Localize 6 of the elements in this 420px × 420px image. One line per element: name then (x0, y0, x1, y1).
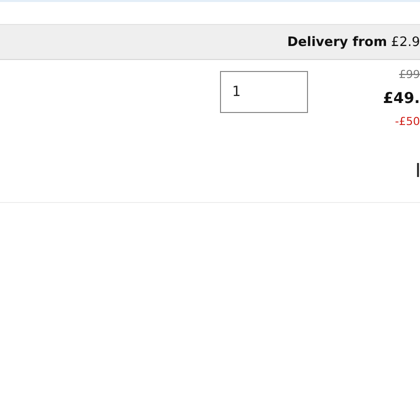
quantity-field[interactable]: 1 (220, 71, 308, 113)
price: £49. (382, 89, 420, 107)
delivery-price: £2.9 (391, 34, 420, 50)
was-price: £99 (399, 68, 420, 81)
delivery-label: Delivery from (287, 34, 388, 50)
saving: -£50 (395, 115, 420, 128)
